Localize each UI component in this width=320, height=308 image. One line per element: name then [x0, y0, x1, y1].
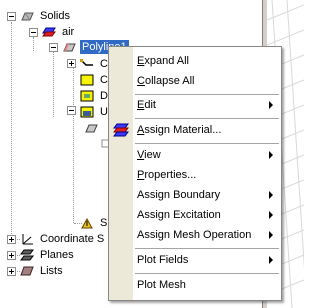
collapse-solids-toggle[interactable] — [7, 12, 16, 21]
expand-coordinate-systems-toggle[interactable] — [7, 235, 16, 244]
submenu-arrow-icon — [269, 211, 273, 219]
submenu-arrow-icon — [269, 191, 273, 199]
menu-separator — [135, 118, 279, 119]
polyline-solid-icon — [83, 120, 99, 136]
menu-item-view[interactable]: View — [109, 145, 281, 165]
tree-item-coordinate-systems[interactable]: Coordinate S — [19, 231, 106, 247]
sweep-icon — [79, 215, 95, 231]
expand-planes-toggle[interactable] — [7, 251, 16, 260]
assign-material-icon — [113, 122, 129, 138]
coordinate-system-icon — [19, 231, 35, 247]
tree-connector — [11, 22, 12, 244]
polyline-solid-icon — [61, 39, 77, 55]
tree-item-operation[interactable]: D — [79, 88, 110, 104]
context-menu: Expand All Collapse All Edit Assign Mate… — [108, 46, 282, 301]
tree-item-create-polyline[interactable]: C — [79, 56, 110, 72]
create-polyline-icon — [79, 56, 95, 72]
covered-icon — [79, 72, 95, 88]
submenu-arrow-icon — [269, 256, 273, 264]
tree-connector — [33, 37, 34, 51]
tree-item-lists[interactable]: Lists — [19, 263, 65, 279]
collapse-polyline-toggle[interactable] — [49, 43, 58, 52]
menu-item-assign-boundary[interactable]: Assign Boundary — [109, 185, 281, 205]
operation-icon — [79, 88, 95, 104]
tree-item-air[interactable]: air — [41, 24, 76, 40]
solids-icon — [19, 8, 35, 24]
menu-item-assign-mesh-operation[interactable]: Assign Mesh Operation — [109, 225, 281, 245]
tree-connector — [53, 52, 54, 117]
planes-icon — [19, 247, 35, 263]
menu-item-assign-material[interactable]: Assign Material... — [109, 120, 281, 140]
tree-connector — [73, 68, 74, 223]
submenu-arrow-icon — [269, 101, 273, 109]
tree-item-solids[interactable]: Solids — [19, 8, 72, 24]
expand-create-polyline-toggle[interactable] — [67, 59, 76, 68]
tree-item-unite-child[interactable] — [79, 120, 102, 136]
submenu-arrow-icon — [269, 231, 273, 239]
tree-item-sweep[interactable]: S — [79, 215, 109, 231]
collapse-air-toggle[interactable] — [29, 28, 38, 37]
menu-item-plot-fields[interactable]: Plot Fields — [109, 250, 281, 270]
menu-separator — [135, 143, 279, 144]
air-solid-icon — [41, 24, 57, 40]
menu-item-assign-excitation[interactable]: Assign Excitation — [109, 205, 281, 225]
tree-item-covered[interactable]: C — [79, 72, 110, 88]
menu-item-plot-mesh[interactable]: Plot Mesh — [109, 275, 281, 295]
menu-item-collapse-all[interactable]: Collapse All — [109, 71, 281, 91]
menu-item-expand-all[interactable]: Expand All — [109, 51, 281, 71]
menu-item-properties[interactable]: Properties... — [109, 165, 281, 185]
collapse-unite-toggle[interactable] — [67, 106, 76, 115]
lists-icon — [19, 263, 35, 279]
menu-separator — [135, 248, 279, 249]
unite-icon — [79, 104, 95, 120]
tree-item-unite[interactable]: U — [79, 104, 110, 120]
menu-item-edit[interactable]: Edit — [109, 95, 281, 115]
expand-lists-toggle[interactable] — [7, 267, 16, 276]
tree-item-planes[interactable]: Planes — [19, 247, 76, 263]
submenu-arrow-icon — [269, 151, 273, 159]
menu-separator — [135, 273, 279, 274]
